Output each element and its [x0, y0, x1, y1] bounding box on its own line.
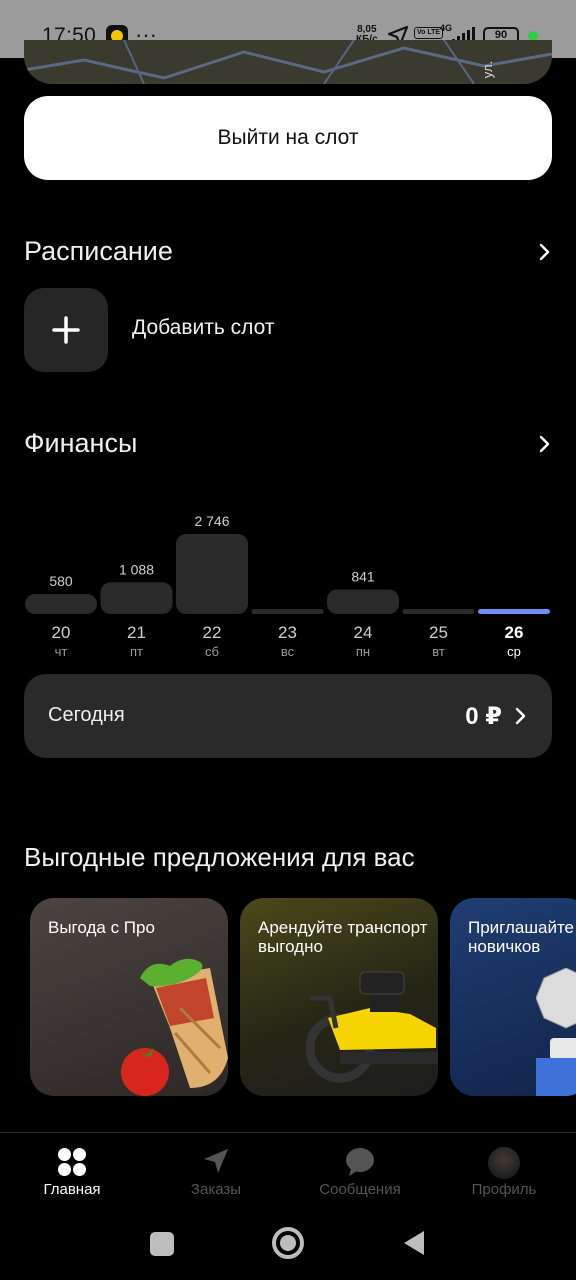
schedule-title[interactable]: Расписание	[24, 236, 173, 267]
tab-label: Профиль	[471, 1181, 537, 1198]
offer-card-text: Арендуйте транспорт выгодно	[258, 918, 428, 956]
chart-bar[interactable]	[478, 609, 550, 614]
back-triangle-icon[interactable]	[402, 1229, 426, 1257]
chart-weekday-label: чт	[55, 644, 68, 659]
chart-weekday-label: вт	[432, 644, 445, 659]
home-circle-icon[interactable]	[271, 1226, 305, 1260]
navigation-arrow-icon	[204, 1149, 228, 1173]
plus-icon	[52, 316, 80, 344]
chart-value-label: 2 746	[194, 513, 229, 529]
chart-weekday-label: пн	[356, 644, 370, 659]
earnings-bar-chart[interactable]: 580 20 чт 1 088 21 пт 2 746 22 сб 23 вс 841 24 пн 25 вт…	[24, 500, 576, 670]
chat-bubble-icon	[346, 1148, 374, 1176]
chart-value-label: 841	[351, 568, 375, 584]
map-preview[interactable]: ул.	[24, 40, 552, 84]
chart-day-label: 22	[203, 623, 222, 642]
chart-day-label: 20	[52, 623, 71, 642]
network-type: 4G	[440, 23, 453, 33]
yellow-scooter-illustration	[305, 971, 438, 1083]
chart-value-label: 580	[49, 573, 73, 589]
chart-weekday-label: сб	[205, 644, 219, 659]
map-roads	[24, 40, 552, 84]
tab-label: Главная	[43, 1181, 101, 1198]
chart-day-label: 23	[278, 623, 297, 642]
add-slot-label[interactable]: Добавить слот	[132, 316, 274, 340]
add-slot-button[interactable]	[24, 288, 108, 372]
chart-bar[interactable]	[176, 534, 248, 614]
tab-home[interactable]: Главная	[0, 1133, 144, 1213]
offer-card-text: Выгода с Про	[48, 918, 155, 937]
today-earnings-row[interactable]: Сегодня 0 ₽	[24, 674, 552, 758]
go-to-slot-button[interactable]: Выйти на слот	[24, 96, 552, 180]
home-grid-icon	[58, 1148, 86, 1176]
chart-bar[interactable]	[25, 594, 97, 614]
offer-card-pro[interactable]: Выгода с Про	[30, 898, 228, 1096]
chart-weekday-label: вс	[281, 644, 295, 659]
tab-orders[interactable]: Заказы	[144, 1133, 288, 1213]
medal-illustration	[536, 968, 576, 1096]
bottom-tab-bar: Главная Заказы Сообщения Профиль	[0, 1132, 576, 1212]
chart-day-label: 25	[429, 623, 448, 642]
system-navigation-bar	[0, 1212, 576, 1280]
today-label: Сегодня	[48, 704, 125, 726]
tab-label: Сообщения	[319, 1181, 401, 1198]
offer-card-transport[interactable]: Арендуйте транспорт выгодно	[240, 898, 438, 1096]
chart-weekday-label: пт	[130, 644, 143, 659]
chart-bar[interactable]	[251, 609, 324, 614]
avatar	[488, 1147, 520, 1179]
shawarma-tomato-illustration	[121, 958, 228, 1096]
tab-label: Заказы	[190, 1181, 242, 1198]
chart-bar[interactable]	[100, 582, 173, 614]
chart-weekday-label: ср	[507, 644, 521, 659]
offer-card-invite[interactable]: Приглашайте новичков	[450, 898, 576, 1096]
chart-day-label: 26	[505, 623, 524, 642]
map-street-label: ул.	[479, 60, 495, 79]
finances-title[interactable]: Финансы	[24, 428, 137, 459]
chart-day-label: 21	[127, 623, 146, 642]
chevron-right-icon	[515, 707, 526, 725]
today-value: 0 ₽	[465, 703, 502, 730]
offers-title: Выгодные предложения для вас	[24, 842, 415, 872]
chart-bar[interactable]	[327, 589, 399, 614]
chart-value-label: 1 088	[119, 561, 154, 577]
chart-bar[interactable]	[402, 609, 475, 614]
recent-apps-icon[interactable]	[149, 1231, 175, 1257]
volte-badge: Vo LTE	[414, 27, 444, 39]
offer-card-text: Приглашайте новичков	[468, 918, 575, 956]
chart-day-label: 24	[354, 623, 373, 642]
tab-messages[interactable]: Сообщения	[288, 1133, 432, 1213]
finances-chevron-right-icon[interactable]	[536, 435, 554, 453]
tab-profile[interactable]: Профиль	[432, 1133, 576, 1213]
schedule-chevron-right-icon[interactable]	[536, 243, 554, 261]
